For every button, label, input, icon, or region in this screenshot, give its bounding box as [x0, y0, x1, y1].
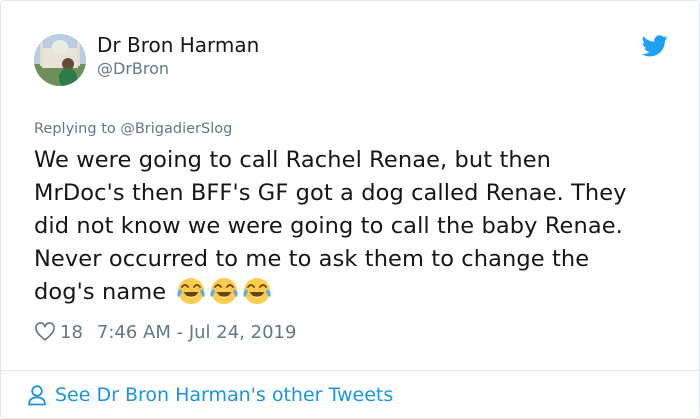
author-handle[interactable]: @DrBron: [97, 59, 169, 78]
like-count[interactable]: 18: [60, 322, 83, 343]
person-icon: [27, 384, 47, 406]
face-with-tears-of-joy-icon: [176, 276, 206, 306]
avatar[interactable]: [34, 34, 86, 86]
twitter-bird-icon[interactable]: [641, 35, 668, 57]
tweet-text-line: did not know we were going to call the b…: [34, 213, 623, 239]
tweet-text: We were going to call Rachel Renae, but …: [34, 144, 684, 309]
divider: [1, 370, 699, 371]
tweet-text-line: Never occurred to me to ask them to chan…: [34, 246, 590, 272]
see-other-tweets-label[interactable]: See Dr Bron Harman's other Tweets: [55, 384, 393, 406]
heart-icon[interactable]: [34, 321, 56, 343]
replying-to-line[interactable]: Replying to @BrigadierSlog: [34, 121, 232, 137]
tweet-text-line: We were going to call Rachel Renae, but …: [34, 147, 552, 173]
author-display-name[interactable]: Dr Bron Harman: [97, 33, 259, 57]
tweet-meta: 18 7:46 AM - Jul 24, 2019: [34, 319, 296, 345]
tweet-text-line-last: dog's name: [34, 276, 684, 309]
see-other-tweets-link[interactable]: See Dr Bron Harman's other Tweets: [27, 382, 393, 408]
tweet-timestamp[interactable]: 7:46 AM - Jul 24, 2019: [97, 322, 297, 343]
face-with-tears-of-joy-icon: [209, 276, 239, 306]
tweet-text-line: MrDoc's then BFF's GF got a dog called R…: [34, 180, 627, 206]
face-with-tears-of-joy-icon: [242, 276, 272, 306]
tweet-card: Dr Bron Harman @DrBron Replying to @Brig…: [0, 0, 700, 419]
tweet-text-line-content: dog's name: [34, 279, 167, 305]
